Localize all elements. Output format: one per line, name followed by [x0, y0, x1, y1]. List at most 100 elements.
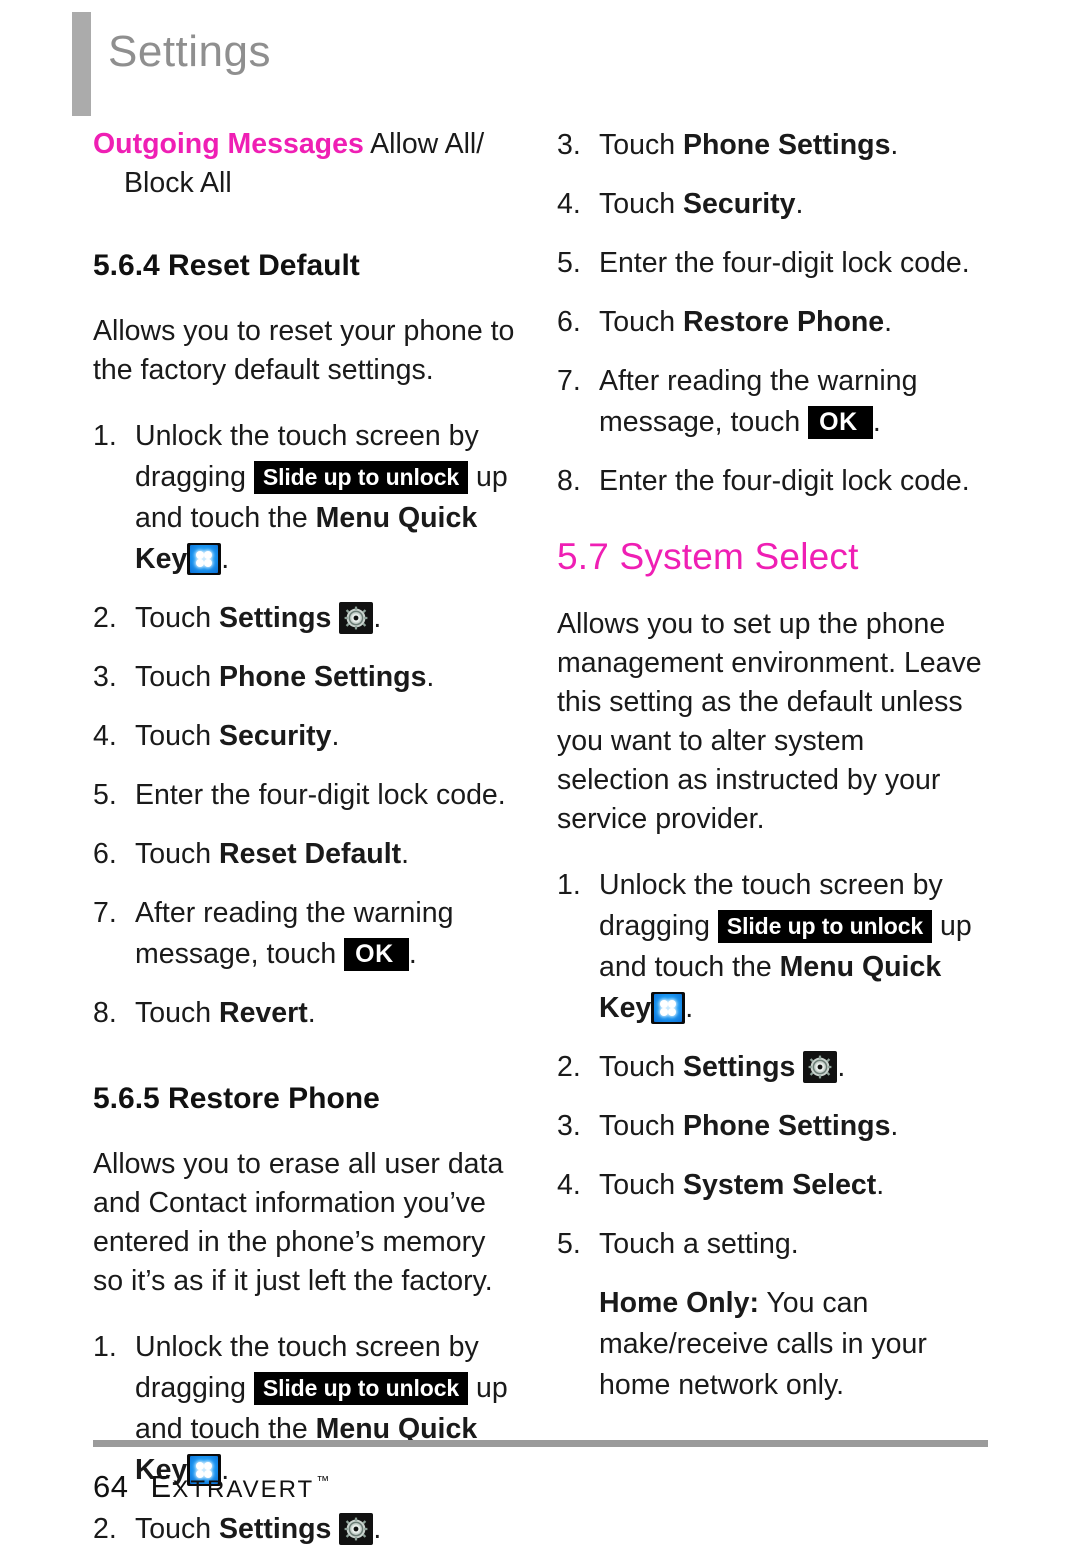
menu-quick-key-icon[interactable] — [187, 543, 222, 575]
step-bold-label: Phone Settings — [218, 661, 427, 693]
page-title: Settings — [108, 27, 271, 76]
step-text: . — [307, 997, 316, 1029]
step-text: . — [221, 543, 230, 575]
step-item: 1. Unlock the touch screen by dragging Sl… — [557, 865, 982, 1029]
step-text: Touch — [599, 1109, 683, 1142]
step-number: 2. — [557, 1050, 581, 1083]
slide-up-to-unlock-badge[interactable]: Slide up to unlock — [253, 461, 469, 494]
slide-up-to-unlock-badge[interactable]: Slide up to unlock — [717, 909, 933, 943]
left-column: Outgoing Messages Allow All/ Block All 5… — [93, 125, 518, 1568]
home-only-note: Home Only: You can make/receive calls in… — [557, 1283, 982, 1406]
step-text: Touch — [599, 188, 683, 220]
outgoing-messages-note: Outgoing Messages Allow All/ Block All — [93, 125, 518, 203]
step-bold-label: Reset Default — [218, 838, 402, 870]
step-number: 7. — [93, 897, 117, 929]
step-text: . — [331, 720, 340, 752]
step-text: . — [884, 306, 893, 338]
step-item: 1. Unlock the touch screen by dragging Sl… — [93, 416, 518, 580]
step-text: Touch — [135, 720, 219, 752]
step-number: 3. — [557, 1109, 581, 1142]
step-number: 5. — [93, 779, 117, 811]
outgoing-messages-term: Outgoing Messages — [93, 128, 364, 160]
ok-badge[interactable]: OK — [344, 938, 409, 971]
step-item: 6. Touch Reset Default. — [93, 834, 518, 875]
step-text: Touch — [135, 661, 219, 693]
step-number: 6. — [93, 838, 117, 870]
step-number: 4. — [557, 1168, 581, 1201]
step-number: 6. — [557, 306, 581, 338]
home-only-term: Home Only: — [599, 1286, 759, 1319]
step-item: 7. After reading the warning message, tou… — [93, 893, 518, 975]
step-text: Touch — [599, 306, 683, 338]
settings-gear-icon[interactable] — [339, 602, 374, 634]
brand-rest: XTRAVERT — [172, 1476, 315, 1503]
step-item: 3. Touch Phone Settings. — [557, 125, 982, 166]
footer-content: 64 EXTRAVERT ™ — [93, 1469, 329, 1505]
step-bold-label: System Select — [682, 1168, 877, 1201]
step-bold-label: Security — [218, 720, 332, 752]
step-item: 8. Touch Revert. — [93, 993, 518, 1034]
step-item: 5. Enter the four-digit lock code. — [557, 243, 982, 284]
step-number: 4. — [557, 188, 581, 220]
step-number: 8. — [557, 465, 581, 497]
step-text: Touch — [599, 129, 683, 161]
step-bold-label: Phone Settings — [682, 1109, 891, 1142]
reset-default-intro: Allows you to reset your phone to the fa… — [93, 315, 515, 386]
step-text: . — [872, 406, 881, 438]
step-text: . — [876, 1168, 885, 1201]
step-number: 3. — [93, 661, 117, 693]
ok-badge[interactable]: OK — [808, 406, 873, 439]
step-item: 5. Touch a setting. — [557, 1224, 982, 1265]
step-item: 5. Enter the four-digit lock code. — [93, 775, 518, 816]
step-text: Touch — [599, 1168, 683, 1201]
step-text: . — [401, 838, 410, 870]
step-bold-label: Settings — [682, 1050, 796, 1083]
step-text: . — [795, 188, 804, 220]
step-number: 1. — [93, 420, 117, 452]
step-item: 2. Touch Settings . — [93, 598, 518, 639]
step-text: Enter the four-digit lock code. — [599, 247, 970, 279]
slide-up-to-unlock-badge[interactable]: Slide up to unlock — [253, 1372, 469, 1405]
step-number: 1. — [93, 1331, 117, 1363]
step-text: . — [890, 1109, 899, 1142]
step-bold-label: Restore Phone — [682, 306, 885, 338]
section-heading-restore-phone: 5.6.5 Restore Phone — [93, 1082, 380, 1115]
right-column: 3. Touch Phone Settings. 4. Touch Security… — [557, 125, 982, 1406]
page-footer: 64 EXTRAVERT ™ — [0, 1422, 1080, 1552]
trademark-symbol: ™ — [316, 1473, 330, 1488]
step-text: Touch — [135, 602, 219, 634]
step-number: 2. — [93, 602, 117, 634]
step-text: Touch — [135, 838, 219, 870]
step-text: Touch — [599, 1050, 683, 1083]
step-item: 2. Touch Settings . — [557, 1047, 982, 1088]
step-text: Enter the four-digit lock code. — [135, 779, 506, 811]
step-number: 7. — [557, 365, 581, 397]
step-text: Touch — [135, 997, 219, 1029]
step-number: 3. — [557, 129, 581, 161]
step-text: . — [890, 129, 899, 161]
system-select-steps: 1. Unlock the touch screen by dragging Sl… — [557, 865, 982, 1265]
footer-divider — [93, 1440, 988, 1447]
step-text: . — [426, 661, 435, 693]
step-item: 8. Enter the four-digit lock code. — [557, 461, 982, 502]
system-select-intro: Allows you to set up the phone managemen… — [557, 607, 982, 835]
menu-quick-key-icon[interactable] — [651, 991, 686, 1024]
step-number: 1. — [557, 868, 581, 901]
step-item: 4. Touch Security. — [557, 184, 982, 225]
section-heading-reset-default: 5.6.4 Reset Default — [93, 249, 360, 282]
step-text: Enter the four-digit lock code. — [599, 465, 970, 497]
step-text: . — [408, 938, 417, 970]
step-item: 7. After reading the warning message, tou… — [557, 361, 982, 443]
restore-phone-intro: Allows you to erase all user data and Co… — [93, 1148, 504, 1297]
step-bold-label: Settings — [218, 602, 332, 634]
step-text: . — [685, 991, 694, 1024]
chapter-heading-system-select: 5.7 System Select — [557, 536, 859, 577]
step-text: . — [373, 602, 382, 634]
header-accent-bar — [72, 12, 91, 116]
step-text: . — [837, 1050, 846, 1083]
step-number: 8. — [93, 997, 117, 1029]
settings-gear-icon[interactable] — [803, 1050, 838, 1083]
reset-default-steps: 1. Unlock the touch screen by dragging Sl… — [93, 416, 518, 1034]
step-text: Touch a setting. — [599, 1227, 799, 1260]
step-number: 5. — [557, 247, 581, 279]
